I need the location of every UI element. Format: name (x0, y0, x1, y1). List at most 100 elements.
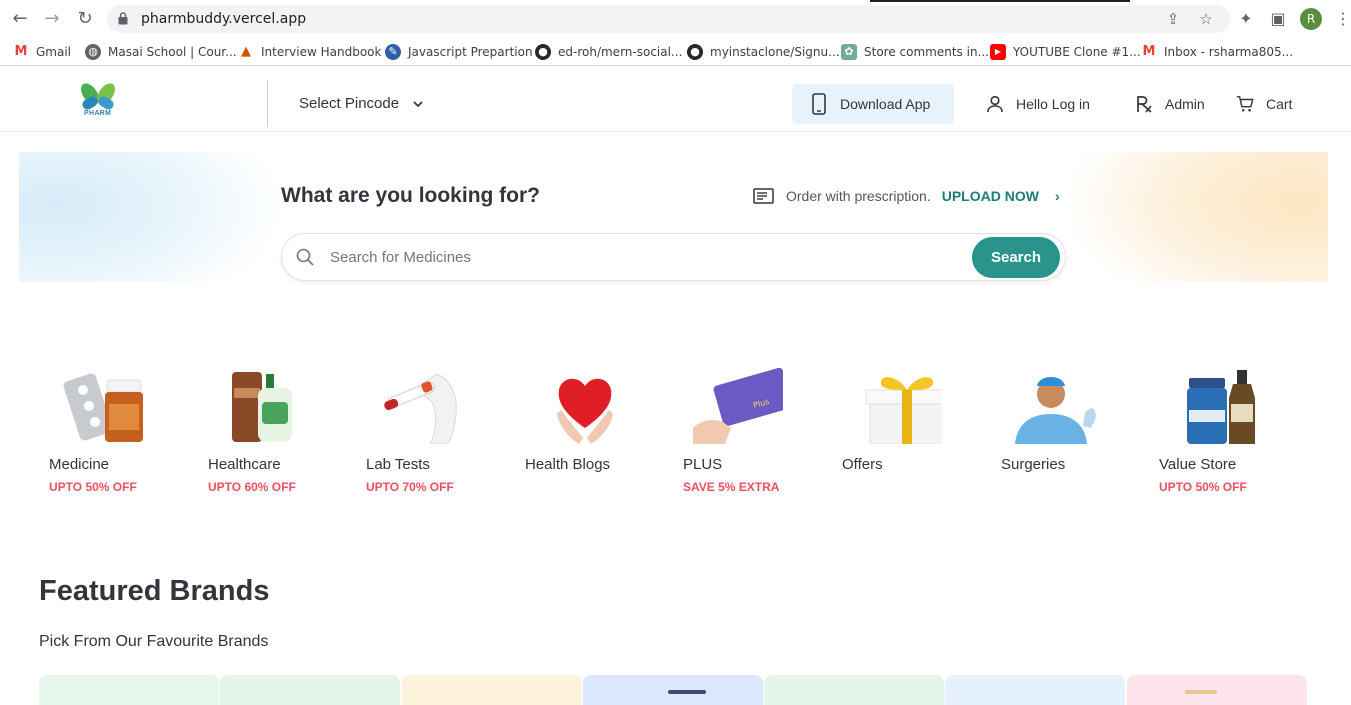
user-icon (987, 95, 1003, 113)
search-button[interactable]: Search (972, 237, 1060, 278)
kebab-menu-icon[interactable]: ⋮ (1333, 9, 1351, 29)
side-panel-icon[interactable]: ▣ (1268, 9, 1288, 29)
bookmark-label: Javascript Prepartion (408, 45, 533, 59)
bookmark-label: Interview Handbook (261, 45, 382, 59)
admin-link[interactable]: Admin (1135, 95, 1205, 113)
bookmark-masai[interactable]: ◍ Masai School | Cour... (85, 43, 237, 61)
prescription-upload[interactable]: Order with prescription. UPLOAD NOW › (753, 188, 1060, 204)
reload-icon[interactable]: ↻ (75, 9, 95, 29)
banner-blob-left (19, 152, 279, 282)
bookmark-label: Inbox - rsharma805... (1164, 45, 1294, 59)
login-link[interactable]: Hello Log in (986, 95, 1090, 113)
url-text: pharmbuddy.vercel.app (141, 11, 307, 27)
gmail-icon: M (13, 44, 29, 60)
category-healthcare[interactable]: Healthcare UPTO 60% OFF (208, 368, 358, 498)
featured-brands-title: Featured Brands (39, 575, 270, 607)
phone-icon (812, 93, 826, 115)
test-tube-icon (384, 373, 457, 444)
brand-logo-peek (1185, 690, 1217, 694)
featured-brands-subtitle: Pick From Our Favourite Brands (39, 633, 269, 650)
heart-hands-icon (557, 378, 613, 444)
prescription-text: Order with prescription. (786, 188, 931, 204)
prescription-doc-icon (753, 188, 774, 204)
youtube-icon: ▶ (990, 44, 1006, 60)
upload-now-link[interactable]: UPLOAD NOW (942, 188, 1039, 204)
bookmark-label: ed-roh/mern-social... (558, 45, 683, 59)
blue-logo-icon: ✎ (385, 44, 401, 60)
banner-blob-right (1068, 152, 1328, 282)
pharm-logo-icon[interactable] (76, 80, 120, 124)
forward-icon[interactable]: → (42, 9, 62, 29)
handwash-icon (232, 372, 292, 442)
address-bar[interactable]: pharmbuddy.vercel.app ⇪ ☆ (107, 5, 1230, 33)
site-header: PHARM Select Pincode Download App Hello … (0, 69, 1351, 132)
bookmark-store-comments[interactable]: ✿ Store comments in... (841, 43, 989, 61)
category-value-store[interactable]: Value Store UPTO 50% OFF (1159, 368, 1309, 498)
brand-card[interactable] (402, 675, 582, 705)
cart-icon (1236, 96, 1254, 112)
extensions-icon[interactable]: ✦ (1236, 9, 1256, 29)
pincode-selector[interactable]: Select Pincode (299, 95, 423, 112)
brand-card[interactable] (1127, 675, 1307, 705)
bookmark-label: Masai School | Cour... (108, 45, 237, 59)
brand-card[interactable] (764, 675, 944, 705)
gift-box-icon (865, 377, 942, 444)
supplement-bottles-icon (1187, 370, 1255, 444)
globe-icon: ◍ (85, 44, 101, 60)
lock-icon (118, 12, 128, 25)
header-divider (267, 80, 268, 127)
bookmark-interview-handbook[interactable]: ▲ Interview Handbook (238, 43, 381, 61)
category-offer: UPTO 50% OFF (49, 480, 137, 494)
github-icon: ● (535, 44, 551, 60)
rx-icon (1137, 96, 1152, 113)
pincode-label: Select Pincode (299, 95, 400, 112)
category-name: Healthcare (208, 456, 281, 473)
cart-label: Cart (1266, 96, 1293, 112)
bookmark-label: Gmail (36, 45, 72, 59)
bookmark-label: myinstaclone/Signu... (710, 45, 840, 59)
back-icon[interactable]: ← (10, 9, 30, 29)
category-offer: UPTO 70% OFF (366, 480, 454, 494)
category-name: Value Store (1159, 456, 1237, 473)
category-name: Medicine (49, 456, 110, 473)
bookmark-ed-roh[interactable]: ● ed-roh/mern-social... (535, 43, 682, 61)
admin-label: Admin (1165, 96, 1205, 112)
browser-toolbar: ← → ↻ pharmbuddy.vercel.app ⇪ ☆ ✦ ▣ R ⋮ (0, 0, 1351, 38)
category-name: Health Blogs (525, 456, 611, 473)
category-medicine[interactable]: Medicine UPTO 50% OFF (49, 368, 199, 498)
search-input[interactable]: Search for Medicines (281, 233, 1066, 281)
category-plus[interactable]: Plus PLUS SAVE 5% EXTRA (683, 368, 833, 498)
bookmark-youtube-clone[interactable]: ▶ YOUTUBE Clone #1... (990, 43, 1141, 61)
chevron-right-icon[interactable]: › (1055, 188, 1060, 204)
bookmark-gmail[interactable]: M Gmail (13, 43, 71, 61)
category-lab-tests[interactable]: Lab Tests UPTO 70% OFF (366, 368, 516, 498)
plus-card-icon: Plus (693, 368, 783, 444)
search-icon (296, 248, 314, 266)
bookmark-inbox[interactable]: M Inbox - rsharma805... (1141, 43, 1293, 61)
brand-card[interactable] (220, 675, 400, 705)
gmail-icon: M (1141, 44, 1157, 60)
logo-text: PHARM (84, 110, 112, 117)
bookmark-label: Store comments in... (864, 45, 989, 59)
brand-card[interactable] (39, 675, 219, 705)
surgeon-icon (1015, 377, 1096, 444)
brand-logo-peek (668, 690, 706, 694)
profile-avatar[interactable]: R (1300, 8, 1322, 30)
github-icon: ● (687, 44, 703, 60)
pills-bottle-icon (63, 373, 143, 442)
chatgpt-icon: ✿ (841, 44, 857, 60)
tower-icon: ▲ (238, 44, 254, 60)
category-surgeries[interactable]: Surgeries (1001, 368, 1151, 498)
cart-link[interactable]: Cart (1236, 95, 1292, 113)
category-name: Lab Tests (366, 456, 430, 473)
category-health-blogs[interactable]: Health Blogs (525, 368, 675, 498)
brand-card[interactable] (945, 675, 1125, 705)
bookmark-javascript[interactable]: ✎ Javascript Prepartion (385, 43, 533, 61)
bookmark-star-icon[interactable]: ☆ (1197, 10, 1215, 28)
category-offer: UPTO 50% OFF (1159, 480, 1247, 494)
download-app-label: Download App (840, 96, 931, 112)
share-icon[interactable]: ⇪ (1164, 10, 1182, 28)
category-offers[interactable]: Offers (842, 368, 992, 498)
download-app-button[interactable]: Download App (792, 84, 954, 124)
bookmark-myinstaclone[interactable]: ● myinstaclone/Signu... (687, 43, 840, 61)
